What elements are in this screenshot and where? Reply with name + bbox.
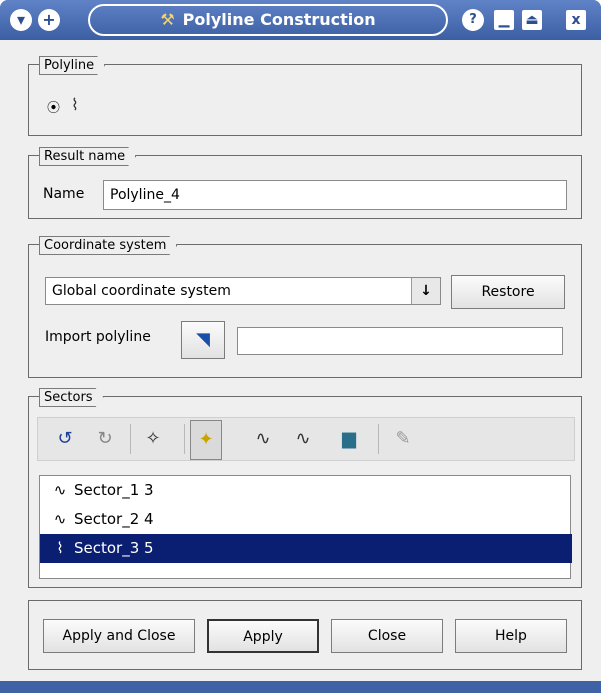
title-bar: ▾ + ⚒ Polyline Construction ? ▁ ⏏ x bbox=[0, 0, 601, 40]
sticky-icon[interactable]: + bbox=[38, 9, 60, 31]
list-item-label: Sector_3 5 bbox=[74, 539, 154, 557]
result-name-group-label: Result name bbox=[39, 147, 136, 166]
footer-group: Apply and Close Apply Close Help bbox=[28, 600, 582, 670]
minimize-icon[interactable]: ▁ bbox=[494, 10, 514, 30]
sectors-list: ∿ Sector_1 3 ∿ Sector_2 4 ⌇ Sector_3 5 bbox=[39, 475, 572, 579]
polyline-icon: ⌇ bbox=[56, 539, 64, 557]
polyline-group: Polyline ⦿ ⌇ bbox=[28, 64, 582, 136]
sectors-toolbar: ↺ ↻ ✧ ✦ ∿ ∿ ▆ ✎ bbox=[37, 417, 575, 461]
add-section-icon[interactable]: ✧ bbox=[138, 424, 168, 454]
restore-button[interactable]: Restore bbox=[451, 275, 565, 309]
polyline-radio[interactable]: ⦿ bbox=[47, 97, 60, 116]
help-icon[interactable]: ? bbox=[462, 9, 484, 31]
sectors-group-label: Sectors bbox=[39, 388, 104, 407]
polyline-construction-icon: ⚒ bbox=[160, 10, 175, 29]
list-item[interactable]: ∿ Sector_1 3 bbox=[40, 476, 572, 505]
delete-icon[interactable]: ▆ bbox=[334, 424, 364, 454]
dialog-window: ▾ + ⚒ Polyline Construction ? ▁ ⏏ x Polyl… bbox=[0, 0, 601, 693]
undo-icon[interactable]: ↺ bbox=[50, 424, 80, 454]
apply-and-close-button[interactable]: Apply and Close bbox=[43, 619, 195, 653]
window-title: Polyline Construction bbox=[182, 10, 376, 29]
close-button[interactable]: Close bbox=[331, 619, 443, 653]
polyline-type-icon: ⌇ bbox=[71, 95, 79, 114]
window-title-bar[interactable]: ⚒ Polyline Construction bbox=[88, 4, 448, 36]
import-icon: ◥ bbox=[196, 329, 210, 350]
split-icon[interactable]: ∿ bbox=[248, 424, 278, 454]
apply-button[interactable]: Apply bbox=[207, 619, 319, 653]
sectors-group: Sectors ↺ ↻ ✧ ✦ ∿ ∿ ▆ ✎ ∿ Sector_1 3 ∿ Sec bbox=[28, 396, 582, 588]
list-item[interactable]: ∿ Sector_2 4 bbox=[40, 505, 572, 534]
result-name-group: Result name Name Polyline_4 bbox=[28, 155, 582, 219]
name-field[interactable]: Polyline_4 bbox=[103, 180, 567, 210]
menu-icon[interactable]: ▾ bbox=[10, 9, 32, 31]
import-polyline-field[interactable] bbox=[237, 327, 563, 355]
edit-icon[interactable]: ✎ bbox=[388, 424, 418, 454]
list-item-selected[interactable]: ⌇ Sector_3 5 bbox=[40, 534, 572, 563]
redo-icon[interactable]: ↻ bbox=[90, 424, 120, 454]
join-icon[interactable]: ∿ bbox=[288, 424, 318, 454]
maximize-icon[interactable]: ⏏ bbox=[522, 10, 542, 30]
add-point-icon[interactable]: ✦ bbox=[190, 420, 222, 460]
curve-icon: ∿ bbox=[53, 510, 67, 528]
dialog-content: Polyline ⦿ ⌇ Result name Name Polyline_4… bbox=[0, 40, 601, 681]
coordinate-system-value: Global coordinate system bbox=[52, 283, 231, 299]
coordinate-system-select[interactable]: Global coordinate system ↓ bbox=[45, 277, 441, 305]
coordinate-system-group-label: Coordinate system bbox=[39, 236, 177, 255]
close-window-icon[interactable]: x bbox=[566, 10, 586, 30]
help-button[interactable]: Help bbox=[455, 619, 567, 653]
polyline-group-label: Polyline bbox=[39, 56, 105, 75]
chevron-down-icon[interactable]: ↓ bbox=[411, 278, 440, 304]
import-polyline-button[interactable]: ◥ bbox=[181, 321, 225, 359]
import-polyline-label: Import polyline bbox=[45, 329, 151, 345]
list-item-label: Sector_2 4 bbox=[74, 510, 154, 528]
curve-icon: ∿ bbox=[53, 481, 67, 499]
coordinate-system-group: Coordinate system Global coordinate syst… bbox=[28, 244, 582, 378]
list-item-label: Sector_1 3 bbox=[74, 481, 154, 499]
name-label: Name bbox=[43, 186, 85, 202]
